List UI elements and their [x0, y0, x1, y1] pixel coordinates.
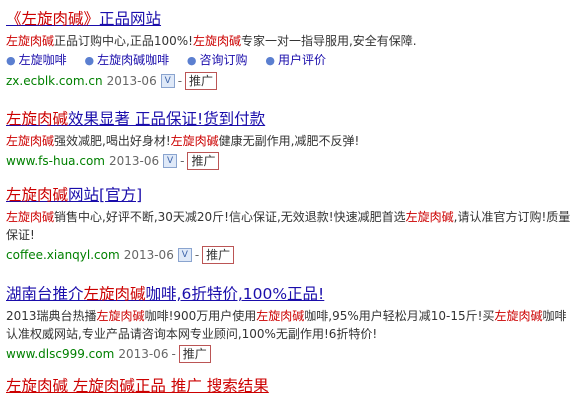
result-title-link[interactable]: 左旋肉碱效果显著 正品保证!货到付款	[6, 109, 576, 129]
title-text: 效果显著 正品保证!货到付款	[68, 110, 266, 128]
result-description: 2013瑞典台热播左旋肉碱咖啡!900万用户使用左旋肉碱咖啡,95%用户轻松月减…	[6, 307, 576, 343]
sitelink[interactable]: 左旋肉碱咖啡	[97, 53, 169, 67]
desc-keyword: 左旋肉碱	[6, 34, 55, 48]
sitelink[interactable]: 咨询订购	[200, 53, 248, 67]
desc-keyword: 左旋肉碱	[405, 210, 454, 224]
search-result: 湖南台推介左旋肉碱咖啡,6折特价,100%正品! 2013瑞典台热播左旋肉碱咖啡…	[6, 284, 576, 363]
bullet-icon: ●	[186, 54, 197, 67]
verified-icon[interactable]: V	[160, 74, 175, 88]
desc-text: 正品订购中心,正品100%!	[54, 34, 193, 48]
title-text: 正品网站	[99, 10, 162, 28]
desc-keyword: 左旋肉碱	[96, 309, 145, 323]
result-description: 左旋肉碱销售中心,好评不断,30天减20斤!信心保证,无效退款!快速减肥首选左旋…	[6, 208, 576, 244]
search-result: 左旋肉碱效果显著 正品保证!货到付款 左旋肉碱强效减肥,喝出好身材!左旋肉碱健康…	[6, 109, 576, 170]
result-date: 2013-06	[108, 154, 160, 168]
desc-keyword: 左旋肉碱	[6, 210, 55, 224]
desc-keyword: 左旋肉碱	[494, 309, 543, 323]
result-title-link[interactable]: 左旋肉碱 左旋肉碱正品 推广 搜索结果	[6, 376, 576, 396]
result-date: 2013-06	[118, 347, 169, 361]
result-meta: coffee.xianqyl.com 2013-06 V - 推广	[6, 246, 576, 264]
desc-text: 咖啡,95%用户轻松月减10-15斤!买	[304, 309, 495, 323]
result-url[interactable]: www.fs-hua.com	[6, 152, 105, 170]
title-text: 湖南台推介	[6, 285, 84, 303]
title-keyword: 《左旋肉碱》	[6, 10, 100, 28]
separator: -	[177, 74, 183, 88]
separator: -	[171, 347, 176, 361]
verified-icon[interactable]: V	[163, 154, 178, 168]
search-result: 《左旋肉碱》正品网站 左旋肉碱正品订购中心,正品100%!左旋肉碱专家一对一指导…	[6, 9, 576, 90]
result-url[interactable]: www.dlsc999.com	[6, 345, 114, 363]
desc-text: 强效减肥,喝出好身材!	[54, 134, 171, 148]
result-title-link[interactable]: 左旋肉碱网站[官方]	[6, 185, 576, 205]
promo-link[interactable]: 推广	[185, 72, 218, 90]
desc-text: 专家一对一指导服用,安全有保障.	[240, 34, 417, 48]
bullet-icon: ●	[84, 54, 95, 67]
result-description: 左旋肉碱正品订购中心,正品100%!左旋肉碱专家一对一指导服用,安全有保障.	[6, 32, 576, 50]
separator: -	[180, 154, 185, 168]
search-result: 左旋肉碱网站[官方] 左旋肉碱销售中心,好评不断,30天减20斤!信心保证,无效…	[6, 185, 576, 264]
result-meta: zx.ecblk.com.cn 2013-06 V - 推广	[6, 72, 576, 90]
separator: -	[194, 248, 200, 262]
sitelink[interactable]: 左旋咖啡	[19, 53, 67, 67]
result-meta: www.dlsc999.com 2013-06 - 推广	[6, 345, 576, 363]
title-keyword: 左旋肉碱	[6, 110, 69, 128]
sitelink[interactable]: 用户评价	[278, 53, 326, 67]
desc-keyword: 左旋肉碱	[192, 34, 241, 48]
desc-keyword: 左旋肉碱	[6, 134, 55, 148]
title-text: 网站[官方]	[68, 186, 143, 204]
desc-text: 销售中心,好评不断,30天减20斤!信心保证,无效退款!快速减肥首选	[54, 210, 406, 224]
desc-text: 健康无副作用,减肥不反弹!	[218, 134, 360, 148]
desc-keyword: 左旋肉碱	[170, 134, 219, 148]
result-date: 2013-06	[123, 248, 174, 262]
result-title-link[interactable]: 《左旋肉碱》正品网站	[6, 9, 576, 29]
result-meta: www.fs-hua.com 2013-06 V - 推广	[6, 152, 576, 170]
desc-text: 咖啡!900万用户使用	[144, 309, 257, 323]
bullet-icon: ●	[6, 54, 16, 67]
promo-link[interactable]: 推广	[202, 246, 235, 264]
title-keyword: 左旋肉碱	[6, 186, 69, 204]
sitelinks: ● 左旋咖啡 ● 左旋肉碱咖啡 ● 咨询订购 ● 用户评价	[6, 51, 576, 70]
bullet-icon: ●	[265, 54, 275, 67]
result-title-link[interactable]: 湖南台推介左旋肉碱咖啡,6折特价,100%正品!	[6, 284, 576, 304]
desc-text: 2013瑞典台热播	[6, 309, 97, 323]
title-keyword: 左旋肉碱	[83, 285, 146, 303]
result-date: 2013-06	[106, 74, 157, 88]
result-description: 左旋肉碱强效减肥,喝出好身材!左旋肉碱健康无副作用,减肥不反弹!	[6, 132, 576, 150]
promo-link[interactable]: 推广	[187, 152, 220, 170]
result-url[interactable]: coffee.xianqyl.com	[6, 246, 120, 264]
verified-icon[interactable]: V	[177, 248, 192, 262]
title-text: 咖啡,6折特价,100%正品!	[145, 285, 325, 303]
desc-keyword: 左旋肉碱	[256, 309, 305, 323]
promo-link[interactable]: 推广	[178, 345, 211, 363]
result-url[interactable]: zx.ecblk.com.cn	[6, 72, 103, 90]
search-result-partial: 左旋肉碱 左旋肉碱正品 推广 搜索结果	[6, 376, 576, 396]
